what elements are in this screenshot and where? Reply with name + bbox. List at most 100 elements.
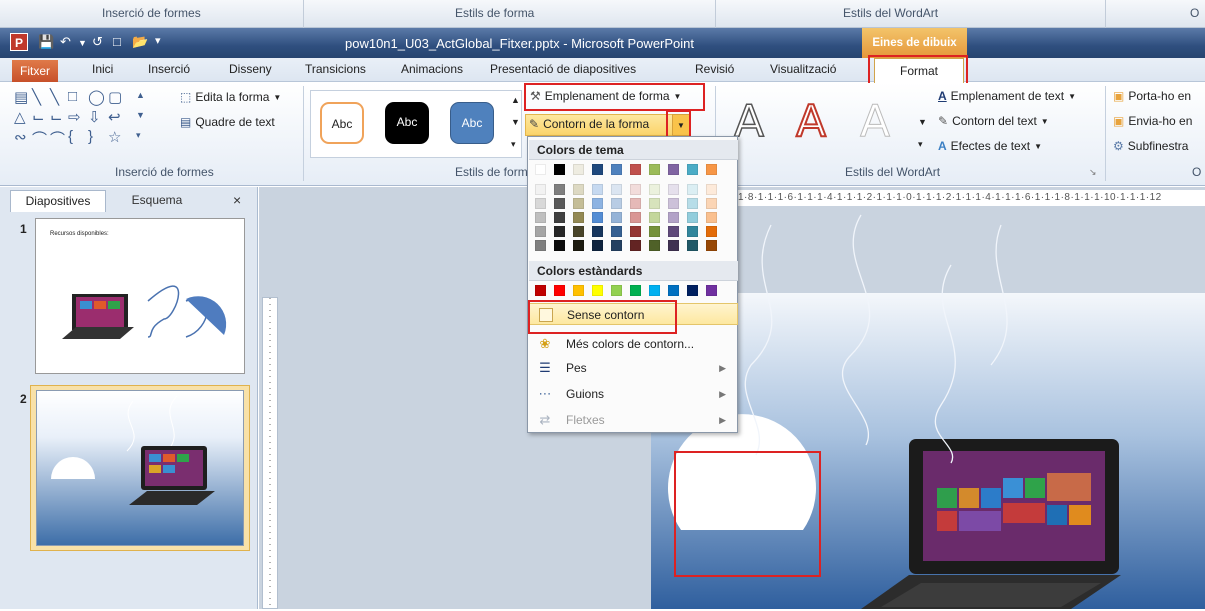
rounded-rectangle-shape-icon[interactable]: ▢ — [108, 88, 122, 106]
send-backward-button[interactable]: ▣ Envia-ho en — [1113, 114, 1192, 128]
theme-shade-swatch[interactable] — [649, 184, 660, 195]
theme-shade-swatch[interactable] — [535, 212, 546, 223]
theme-shade-swatch[interactable] — [611, 198, 622, 209]
standard-color-swatch[interactable] — [611, 285, 622, 296]
theme-shade-swatch[interactable] — [611, 212, 622, 223]
theme-shade-swatch[interactable] — [649, 240, 660, 251]
theme-shade-swatch[interactable] — [535, 226, 546, 237]
theme-color-swatch[interactable] — [573, 164, 584, 175]
theme-shade-swatch[interactable] — [687, 198, 698, 209]
text-box-button[interactable]: ▤ Quadre de text — [180, 115, 275, 129]
theme-shade-swatch[interactable] — [687, 226, 698, 237]
tab-slide-show[interactable]: Presentació de diapositives — [490, 62, 636, 76]
theme-shade-swatch[interactable] — [668, 184, 679, 195]
theme-shade-swatch[interactable] — [706, 240, 717, 251]
shape-style-blue-fill[interactable]: Abc — [450, 102, 494, 144]
standard-color-swatch[interactable] — [592, 285, 603, 296]
theme-color-swatch[interactable] — [554, 164, 565, 175]
right-arrow-shape-icon[interactable]: ⇨ — [68, 108, 81, 126]
wordart-style-outline[interactable]: A — [733, 95, 765, 148]
dialog-launcher-icon[interactable]: ↘ — [1089, 167, 1097, 178]
styles-scroll-up-icon[interactable]: ▲ — [511, 95, 520, 105]
theme-shade-swatch[interactable] — [706, 198, 717, 209]
theme-shade-swatch[interactable] — [554, 212, 565, 223]
powerpoint-logo-icon[interactable]: P — [10, 33, 28, 51]
curved-shape-icon[interactable]: ↩ — [108, 108, 121, 126]
wordart-style-red[interactable]: A — [795, 95, 827, 148]
theme-shade-swatch[interactable] — [611, 226, 622, 237]
undo-dropdown-icon[interactable]: ▼ — [78, 38, 87, 56]
theme-shade-swatch[interactable] — [706, 184, 717, 195]
tab-transitions[interactable]: Transicions — [305, 62, 366, 76]
theme-shade-swatch[interactable] — [554, 226, 565, 237]
wordart-more-icon[interactable]: ▾ — [918, 139, 923, 150]
theme-shade-swatch[interactable] — [630, 184, 641, 195]
wordart-style-light[interactable]: A — [859, 96, 890, 148]
theme-shade-swatch[interactable] — [573, 212, 584, 223]
theme-shade-swatch[interactable] — [554, 198, 565, 209]
bring-forward-button[interactable]: ▣ Porta-ho en — [1113, 89, 1191, 103]
theme-shade-swatch[interactable] — [535, 184, 546, 195]
text-outline-button[interactable]: ✎ Contorn del text ▼ — [938, 114, 1049, 128]
theme-shade-swatch[interactable] — [554, 184, 565, 195]
text-box-shape-icon[interactable]: ▤ — [14, 88, 28, 106]
star-shape-icon[interactable]: ☆ — [108, 128, 121, 146]
more-outline-colors-item[interactable]: ❀ Més colors de contorn... — [529, 333, 738, 355]
line-shape-icon[interactable]: ╲ — [50, 88, 59, 106]
standard-color-swatch[interactable] — [649, 285, 660, 296]
theme-color-swatch[interactable] — [630, 164, 641, 175]
theme-shade-swatch[interactable] — [611, 240, 622, 251]
shape-style-orange-outline[interactable]: Abc — [320, 102, 364, 144]
standard-color-swatch[interactable] — [706, 285, 717, 296]
tab-insert[interactable]: Inserció — [148, 62, 190, 76]
dashes-item[interactable]: ⋯ Guions ▶ — [529, 383, 738, 405]
shapes-gallery[interactable]: ▤ ╲ ╲ □ ◯ ▢ △ ⌙ ⌙ ⇨ ⇩ ↩ ∾ ⌒ ⌒ { } ☆ ▲ ▼ … — [12, 88, 162, 152]
freeform-shape-icon[interactable]: ∾ — [14, 128, 27, 146]
theme-shade-swatch[interactable] — [630, 240, 641, 251]
slide-thumbnail-1[interactable]: Recursos disponibles: — [35, 218, 245, 374]
undo-icon[interactable]: ↶ — [60, 34, 71, 52]
theme-shade-swatch[interactable] — [573, 198, 584, 209]
standard-color-swatch[interactable] — [630, 285, 641, 296]
theme-shade-swatch[interactable] — [573, 226, 584, 237]
close-panel-icon[interactable]: × — [233, 192, 241, 208]
theme-shade-swatch[interactable] — [554, 240, 565, 251]
theme-color-swatch[interactable] — [706, 164, 717, 175]
theme-shade-swatch[interactable] — [706, 226, 717, 237]
gallery-scroll-down-icon[interactable]: ▼ — [136, 110, 145, 120]
tab-view[interactable]: Visualització — [770, 62, 836, 76]
theme-shade-swatch[interactable] — [649, 198, 660, 209]
tab-outline[interactable]: Esquema — [112, 190, 202, 212]
tab-design[interactable]: Disseny — [229, 62, 272, 76]
theme-shade-swatch[interactable] — [630, 212, 641, 223]
theme-color-swatch[interactable] — [649, 164, 660, 175]
selection-pane-button[interactable]: ⚙ Subfinestra — [1113, 139, 1188, 153]
redo-icon[interactable]: ↺ — [92, 34, 103, 52]
wordart-scroll-down-icon[interactable]: ▼ — [918, 117, 927, 127]
theme-shade-swatch[interactable] — [592, 198, 603, 209]
arc-shape-icon[interactable]: ⌒ — [50, 128, 65, 149]
theme-shade-swatch[interactable] — [706, 212, 717, 223]
theme-color-swatch[interactable] — [592, 164, 603, 175]
theme-shade-swatch[interactable] — [535, 198, 546, 209]
slide-thumbnail-2[interactable] — [36, 390, 244, 546]
down-arrow-shape-icon[interactable]: ⇩ — [88, 108, 101, 126]
elbow-connector-icon[interactable]: ⌙ — [50, 108, 63, 126]
theme-shade-swatch[interactable] — [668, 240, 679, 251]
left-brace-shape-icon[interactable]: { — [68, 128, 73, 145]
theme-shade-swatch[interactable] — [668, 226, 679, 237]
theme-shade-swatch[interactable] — [630, 198, 641, 209]
elbow-connector-icon[interactable]: ⌙ — [32, 108, 45, 126]
theme-shade-swatch[interactable] — [535, 240, 546, 251]
text-effects-button[interactable]: A Efectes de text ▼ — [938, 139, 1042, 153]
standard-color-swatch[interactable] — [668, 285, 679, 296]
standard-color-swatch[interactable] — [573, 285, 584, 296]
shape-style-black-fill[interactable]: Abc — [385, 102, 429, 144]
customize-quick-access-icon[interactable]: ▾ — [155, 34, 161, 52]
theme-shade-swatch[interactable] — [687, 212, 698, 223]
theme-shade-swatch[interactable] — [668, 212, 679, 223]
theme-color-swatch[interactable] — [687, 164, 698, 175]
theme-shade-swatch[interactable] — [573, 184, 584, 195]
theme-shade-swatch[interactable] — [687, 240, 698, 251]
theme-color-swatch[interactable] — [668, 164, 679, 175]
